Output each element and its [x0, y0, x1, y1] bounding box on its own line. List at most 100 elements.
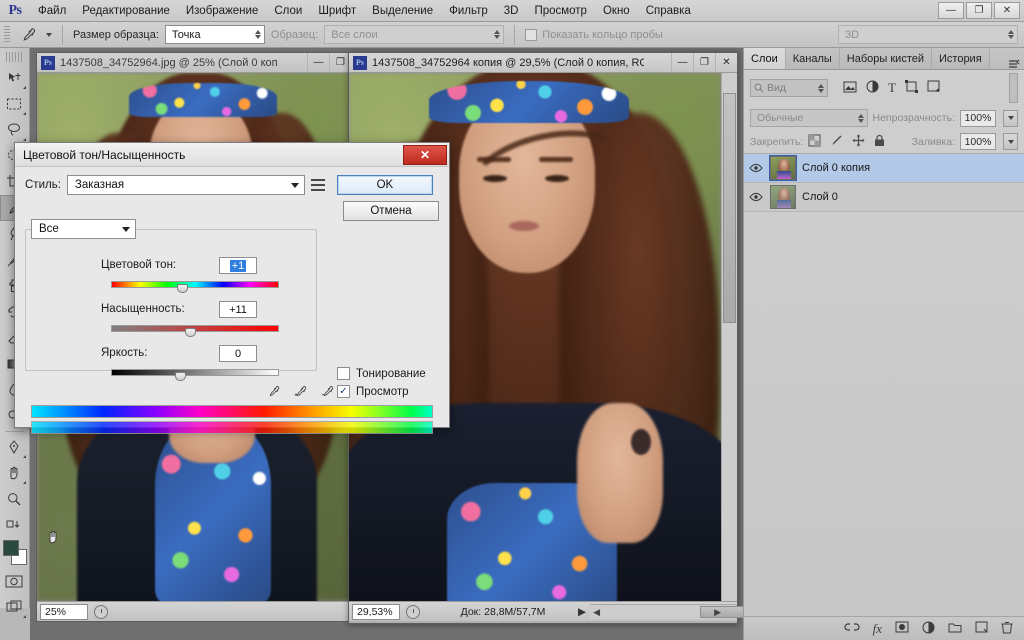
filter-shape-icon[interactable]: [904, 80, 918, 96]
dialog-close-button[interactable]: ✕: [403, 145, 447, 165]
hue-value-field[interactable]: +1: [219, 257, 257, 274]
hue-slider-knob[interactable]: [177, 284, 188, 293]
hand-tool-button[interactable]: [0, 460, 28, 486]
document-2-zoom-field[interactable]: 29,53%: [352, 603, 400, 620]
edit-toolbar-button[interactable]: [0, 512, 28, 538]
document-2-maximize[interactable]: ❐: [693, 53, 715, 72]
options-bar-grip[interactable]: [4, 25, 10, 44]
document-2-close[interactable]: ✕: [715, 53, 737, 72]
lightness-slider-track[interactable]: [111, 369, 279, 376]
channel-select[interactable]: Все: [31, 219, 136, 239]
minimize-button[interactable]: —: [938, 2, 964, 19]
layer-style-icon[interactable]: fx: [873, 621, 882, 637]
lock-transparent-icon[interactable]: [808, 134, 821, 150]
cancel-button[interactable]: Отмена: [343, 201, 439, 221]
foreground-color-swatch[interactable]: [3, 540, 19, 556]
preview-checkbox[interactable]: ✓: [337, 385, 350, 398]
filter-smart-icon[interactable]: [927, 80, 941, 96]
new-group-icon[interactable]: [948, 622, 962, 636]
layer-mask-icon[interactable]: [895, 621, 909, 636]
menu-layers[interactable]: Слои: [266, 3, 310, 19]
lightness-value-field[interactable]: 0: [219, 345, 257, 362]
panel-scroll-indicator[interactable]: [1009, 73, 1018, 103]
lock-position-icon[interactable]: [852, 134, 865, 150]
menu-help[interactable]: Справка: [638, 3, 699, 19]
saturation-slider-knob[interactable]: [185, 328, 196, 337]
layer-filter-select[interactable]: Вид: [750, 79, 828, 97]
link-layers-icon[interactable]: [844, 622, 860, 635]
fill-slider-button[interactable]: [1003, 133, 1018, 150]
show-sampling-ring-checkbox[interactable]: [525, 28, 538, 41]
menu-image[interactable]: Изображение: [178, 3, 266, 19]
menu-file[interactable]: Файл: [30, 3, 74, 19]
new-layer-icon[interactable]: [975, 621, 988, 636]
lasso-tool-button[interactable]: [0, 117, 28, 143]
document-2-info-menu-icon[interactable]: ▶: [578, 606, 586, 618]
move-tool-button[interactable]: [0, 65, 28, 91]
preview-row[interactable]: ✓ Просмотр: [337, 385, 409, 398]
menu-type[interactable]: Шрифт: [310, 3, 364, 19]
sample-select[interactable]: Все слои: [324, 25, 505, 44]
tab-brush-presets[interactable]: Наборы кистей: [839, 48, 932, 69]
menu-window[interactable]: Окно: [595, 3, 638, 19]
workspace-select[interactable]: 3D: [838, 25, 1018, 44]
close-button[interactable]: ✕: [994, 2, 1020, 19]
color-swatches[interactable]: [0, 538, 28, 568]
ok-button[interactable]: OK: [336, 175, 433, 195]
document-1-timing-icon[interactable]: [94, 604, 108, 619]
show-sampling-ring-row[interactable]: Показать кольцо пробы: [525, 28, 663, 41]
hue-slider-track[interactable]: [111, 281, 279, 288]
color-spectrum-bar-bottom[interactable]: [31, 421, 433, 434]
menu-filter[interactable]: Фильтр: [441, 3, 496, 19]
layer-visibility-icon[interactable]: [748, 192, 764, 202]
layer-row-1[interactable]: Слой 0: [744, 183, 1024, 212]
layer-thumbnail[interactable]: [770, 185, 796, 209]
document-2-titlebar[interactable]: Ps 1437508_34752964 копия @ 29,5% (Слой …: [349, 53, 737, 73]
lock-image-icon[interactable]: [830, 134, 843, 150]
blend-mode-select[interactable]: Обычные: [750, 109, 868, 127]
eyedropper-subtract-icon[interactable]: [321, 385, 334, 401]
restore-button[interactable]: ❐: [966, 2, 992, 19]
tab-layers[interactable]: Слои: [744, 48, 786, 69]
eyedropper-add-icon[interactable]: [294, 385, 307, 401]
eyedropper-icon[interactable]: [16, 24, 40, 46]
hue-saturation-dialog[interactable]: Цветовой тон/Насыщенность ✕ Стиль: Заказ…: [14, 142, 450, 544]
zoom-tool-button[interactable]: [0, 486, 28, 512]
dialog-titlebar[interactable]: Цветовой тон/Насыщенность ✕: [15, 143, 449, 167]
adjustment-layer-icon[interactable]: [922, 621, 935, 637]
saturation-value-field[interactable]: +11: [219, 301, 257, 318]
colorize-checkbox[interactable]: [337, 367, 350, 380]
screen-mode-button[interactable]: [0, 594, 28, 620]
quick-mask-button[interactable]: [0, 568, 28, 594]
marquee-tool-button[interactable]: [0, 91, 28, 117]
layer-row-0[interactable]: Слой 0 копия: [744, 154, 1024, 183]
tools-panel-grip[interactable]: [6, 52, 23, 62]
pen-tool-button[interactable]: [0, 434, 28, 460]
lock-all-icon[interactable]: [874, 134, 885, 150]
colorize-row[interactable]: Тонирование: [337, 367, 426, 380]
preset-options-button[interactable]: [310, 178, 325, 192]
tab-history[interactable]: История: [932, 48, 990, 69]
filter-adjustment-icon[interactable]: [866, 80, 879, 96]
menu-view[interactable]: Просмотр: [526, 3, 595, 19]
layer-thumbnail[interactable]: [770, 156, 796, 180]
document-1-minimize[interactable]: —: [307, 53, 329, 72]
opacity-slider-button[interactable]: [1003, 109, 1018, 127]
fill-value[interactable]: 100%: [960, 133, 996, 150]
filter-type-icon[interactable]: T: [888, 80, 896, 96]
menu-3d[interactable]: 3D: [496, 3, 527, 19]
sample-size-select[interactable]: Точка: [164, 25, 265, 44]
menu-edit[interactable]: Редактирование: [74, 3, 178, 19]
vscrollbar-thumb[interactable]: [723, 93, 736, 323]
opacity-value[interactable]: 100%: [960, 109, 996, 127]
menu-select[interactable]: Выделение: [364, 3, 441, 19]
document-2-vscrollbar[interactable]: [721, 73, 737, 601]
document-2-hscrollbar[interactable]: ◀ ▶: [590, 604, 797, 619]
filter-pixel-icon[interactable]: [843, 81, 857, 96]
document-1-titlebar[interactable]: Ps 1437508_34752964.jpg @ 25% (Слой 0 ко…: [37, 53, 351, 73]
document-2-minimize[interactable]: —: [671, 53, 693, 72]
layer-visibility-icon[interactable]: [748, 163, 764, 173]
tab-channels[interactable]: Каналы: [785, 48, 840, 69]
document-2-timing-icon[interactable]: [406, 604, 420, 619]
eyedropper-sample-icon[interactable]: [267, 385, 280, 401]
